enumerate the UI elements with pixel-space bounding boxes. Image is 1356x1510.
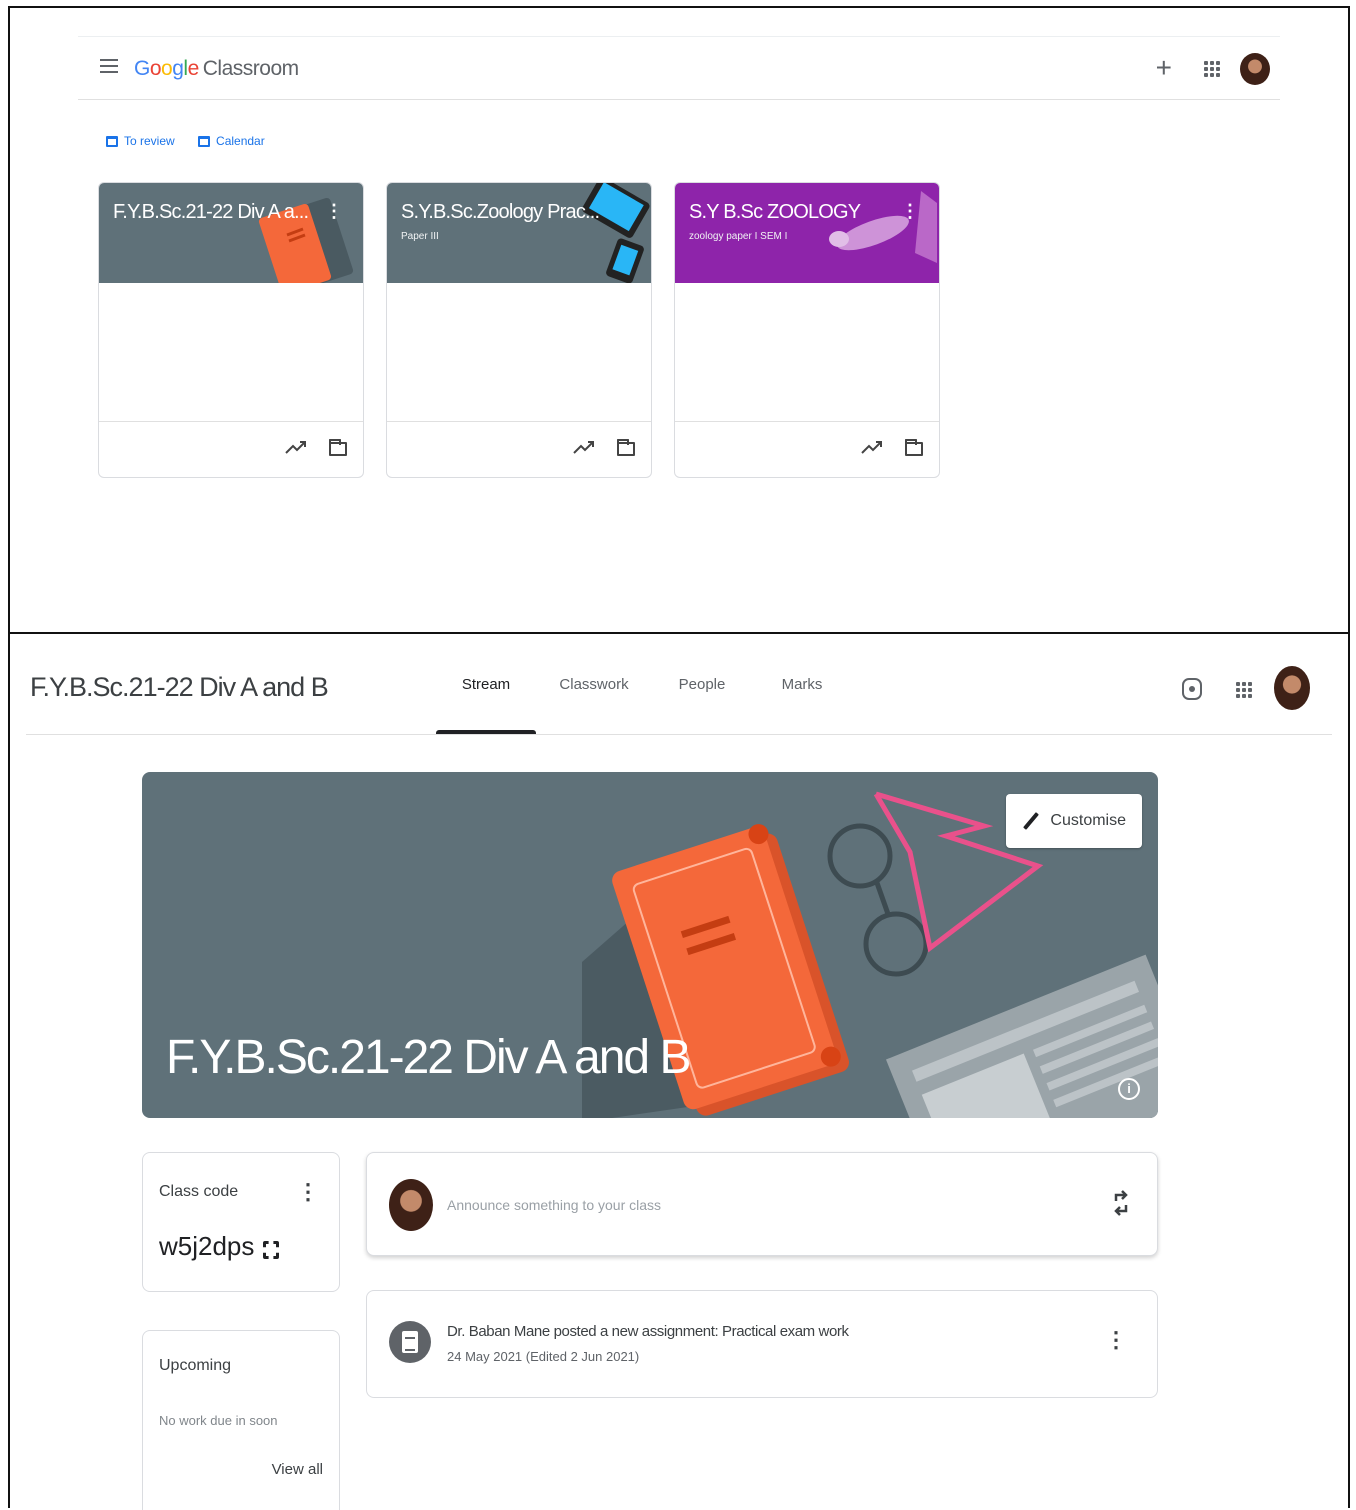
stream-post[interactable]: Dr. Baban Mane posted a new assignment: … — [366, 1290, 1158, 1398]
class-card-subtitle: Paper III — [401, 231, 439, 242]
more-vert-icon[interactable]: ⋮ — [901, 201, 919, 222]
class-card[interactable]: S.Y.B.Sc.Zoology Prac... Paper III — [386, 182, 652, 478]
announce-placeholder[interactable]: Announce something to your class — [447, 1197, 661, 1213]
settings-icon[interactable] — [1182, 678, 1202, 700]
class-card-footer — [99, 421, 363, 477]
avatar — [389, 1179, 433, 1231]
avatar[interactable] — [1240, 53, 1270, 85]
class-card-footer — [675, 421, 939, 477]
class-card-title[interactable]: S.Y B.Sc ZOOLOGY — [689, 201, 861, 224]
upcoming-empty-text: No work due in soon — [159, 1413, 278, 1428]
quick-links: To review Calendar — [106, 134, 285, 150]
tab-marks[interactable]: Marks — [752, 676, 852, 734]
calendar-icon — [198, 135, 211, 147]
assignment-icon — [389, 1321, 431, 1363]
customise-button[interactable]: Customise — [1006, 794, 1142, 848]
apps-icon[interactable] — [1204, 61, 1220, 77]
upcoming-card: Upcoming No work due in soon View all — [142, 1330, 340, 1510]
classroom-home-panel: Google Classroom + To review Calendar F.Y… — [8, 6, 1350, 634]
class-card-footer — [387, 421, 651, 477]
class-code-value[interactable]: w5j2dps — [159, 1231, 254, 1262]
upcoming-title: Upcoming — [159, 1357, 232, 1374]
post-title[interactable]: Dr. Baban Mane posted a new assignment: … — [447, 1323, 849, 1340]
class-banner: F.Y.B.Sc.21-22 Div A and B Customise i — [142, 772, 1158, 1118]
class-code-card: Class code ⋮ w5j2dps — [142, 1152, 340, 1292]
class-card-title[interactable]: S.Y.B.Sc.Zoology Prac... — [401, 201, 600, 224]
calendar-link[interactable]: Calendar — [198, 134, 265, 148]
trending-icon[interactable] — [861, 440, 883, 454]
tab-people[interactable]: People — [652, 676, 752, 734]
class-name[interactable]: F.Y.B.Sc.21-22 Div A and B — [30, 672, 329, 703]
avatar[interactable] — [1274, 666, 1310, 710]
menu-icon[interactable] — [100, 59, 118, 75]
folder-icon[interactable] — [329, 439, 347, 456]
announce-box[interactable]: Announce something to your class — [366, 1152, 1158, 1256]
google-classroom-logo[interactable]: Google Classroom — [134, 57, 299, 81]
class-card[interactable]: S.Y B.Sc ZOOLOGY zoology paper I SEM I ⋮ — [674, 182, 940, 478]
header-divider — [26, 734, 1332, 735]
to-review-link[interactable]: To review — [106, 134, 175, 148]
folder-icon[interactable] — [905, 439, 923, 456]
trending-icon[interactable] — [573, 440, 595, 454]
class-code-label: Class code — [159, 1183, 239, 1200]
fullscreen-icon[interactable] — [263, 1241, 279, 1259]
book-illustration — [258, 197, 354, 283]
plus-icon[interactable]: + — [1156, 52, 1172, 84]
more-vert-icon[interactable]: ⋮ — [1105, 1327, 1127, 1353]
class-card-title[interactable]: F.Y.B.Sc.21-22 Div A a... — [113, 201, 309, 224]
class-card[interactable]: F.Y.B.Sc.21-22 Div A a... ⋮ — [98, 182, 364, 478]
tab-stream[interactable]: Stream — [436, 676, 536, 734]
trending-icon[interactable] — [285, 440, 307, 454]
info-icon[interactable]: i — [1118, 1078, 1140, 1100]
more-vert-icon[interactable]: ⋮ — [297, 1179, 319, 1205]
class-stream-panel: F.Y.B.Sc.21-22 Div A and B Stream Classw… — [8, 632, 1350, 1510]
class-card-header: S.Y.B.Sc.Zoology Prac... Paper III — [387, 183, 651, 283]
pencil-icon — [1022, 812, 1040, 830]
app-header: Google Classroom + — [78, 36, 1280, 100]
class-card-header: S.Y B.Sc ZOOLOGY zoology paper I SEM I ⋮ — [675, 183, 939, 283]
review-icon — [106, 135, 118, 147]
class-card-subtitle: zoology paper I SEM I — [689, 231, 788, 242]
post-date: 24 May 2021 (Edited 2 Jun 2021) — [447, 1349, 640, 1364]
folder-icon[interactable] — [617, 439, 635, 456]
banner-title: F.Y.B.Sc.21-22 Div A and B — [166, 1031, 691, 1084]
tab-classwork[interactable]: Classwork — [536, 676, 652, 734]
apps-icon[interactable] — [1236, 682, 1252, 698]
class-card-header: F.Y.B.Sc.21-22 Div A a... ⋮ — [99, 183, 363, 283]
more-vert-icon[interactable]: ⋮ — [325, 201, 343, 222]
view-all-link[interactable]: View all — [272, 1461, 323, 1478]
repost-icon[interactable] — [1113, 1189, 1129, 1217]
class-tabs: Stream Classwork People Marks — [436, 676, 852, 734]
brand-product: Classroom — [202, 57, 299, 80]
